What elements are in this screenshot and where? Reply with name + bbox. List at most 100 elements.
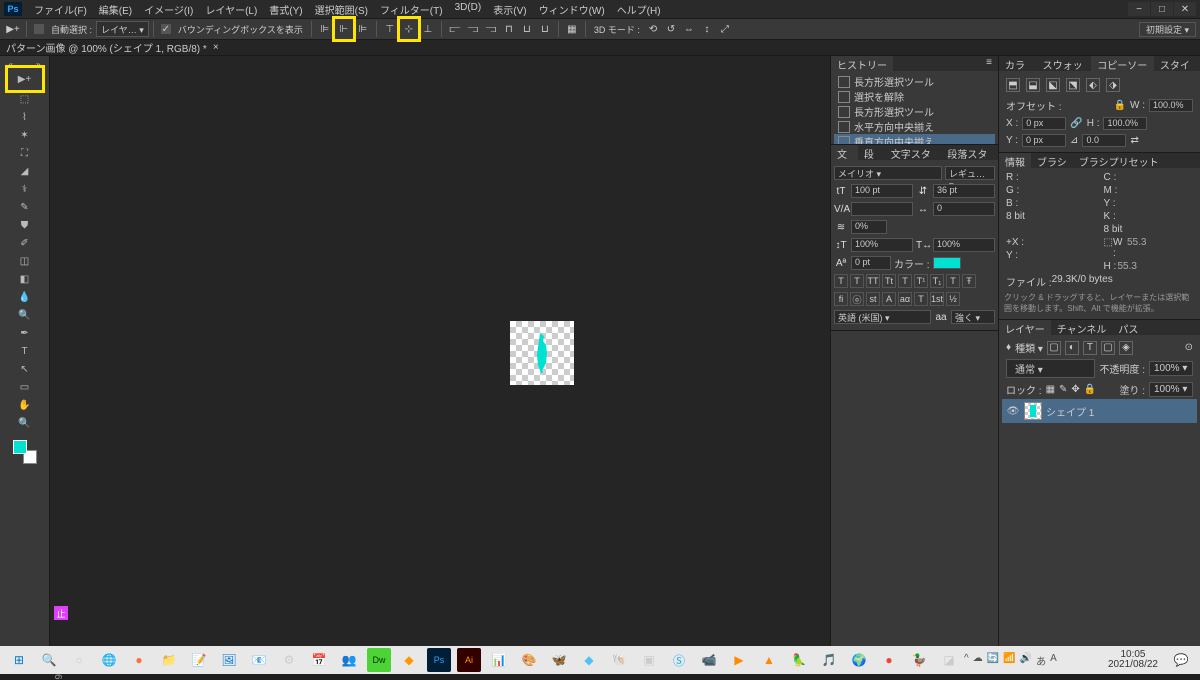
clone-w-input[interactable]: 100.0%	[1149, 99, 1193, 112]
character-tab[interactable]: 文字	[831, 145, 858, 160]
notepad-icon[interactable]: 📝	[187, 648, 211, 672]
tray-ime-icon[interactable]: あ	[1036, 653, 1046, 668]
maximize-button[interactable]: □	[1151, 2, 1173, 16]
menu-type[interactable]: 書式(Y)	[263, 0, 308, 19]
clone-src-5-icon[interactable]: ⬖	[1086, 78, 1100, 92]
3d-zoom-icon[interactable]: ⤢	[717, 21, 733, 37]
history-item[interactable]: 水平方向中央揃え	[834, 119, 995, 134]
filter-shape-icon[interactable]: ▢	[1101, 341, 1115, 355]
explorer-icon[interactable]: 📁	[157, 648, 181, 672]
record-icon[interactable]: ●	[877, 648, 901, 672]
menu-3d[interactable]: 3D(D)	[449, 0, 488, 19]
layer-kind-select[interactable]: 種類 ▾	[1015, 340, 1043, 355]
swatches-tab[interactable]: スウォッチ	[1037, 56, 1092, 71]
lock-all-icon[interactable]: 🔒	[1084, 384, 1096, 395]
menu-help[interactable]: ヘルプ(H)	[611, 0, 667, 19]
ot5-button[interactable]: aα	[898, 292, 912, 306]
app-icon[interactable]: ◆	[577, 648, 601, 672]
hand-tool[interactable]: ✋	[14, 396, 36, 414]
brush-presets-tab[interactable]: ブラシプリセット	[1073, 153, 1165, 168]
menu-file[interactable]: ファイル(F)	[28, 0, 93, 19]
layer-thumbnail[interactable]	[1024, 402, 1042, 420]
text-color-swatch[interactable]	[933, 257, 961, 269]
menu-image[interactable]: イメージ(I)	[138, 0, 199, 19]
tray-sync-icon[interactable]: 🔄	[987, 653, 999, 668]
shape-layer-content[interactable]	[532, 333, 552, 373]
eraser-tool[interactable]: ◫	[14, 252, 36, 270]
opacity-input[interactable]: 100% ▾	[1149, 361, 1193, 376]
illustrator-icon[interactable]: Ai	[457, 648, 481, 672]
lock-pixels-icon[interactable]: ✎	[1059, 384, 1067, 395]
blend-mode-select[interactable]: 通常 ▾	[1006, 359, 1095, 378]
paths-tab[interactable]: パス	[1112, 320, 1144, 335]
dist-vcenter-icon[interactable]: ⊔	[519, 21, 535, 37]
outlook-icon[interactable]: 📧	[247, 648, 271, 672]
dist-right-icon[interactable]: ⫎	[483, 21, 499, 37]
align-hcenter-button[interactable]: ⊩	[334, 18, 354, 40]
photoshop-icon[interactable]: Ps	[427, 648, 451, 672]
outline-button[interactable]: Ŧ	[962, 274, 976, 288]
align-bottom-icon[interactable]: ⊥	[420, 21, 436, 37]
zoom-tool[interactable]: 🔍	[14, 414, 36, 432]
history-item[interactable]: 長方形選択ツール	[834, 74, 995, 89]
filter-type-icon[interactable]: T	[1083, 341, 1097, 355]
clone-src-3-icon[interactable]: ⬕	[1046, 78, 1060, 92]
lock-transparency-icon[interactable]: ▦	[1046, 384, 1055, 395]
document-tab-title[interactable]: パターン画像 @ 100% (シェイプ 1, RGB/8) *	[6, 40, 207, 55]
menu-select[interactable]: 選択範囲(S)	[309, 0, 374, 19]
dist-left-icon[interactable]: ⫍	[447, 21, 463, 37]
dist-bottom-icon[interactable]: ⊔	[537, 21, 553, 37]
flip-icon[interactable]: ⇄	[1130, 135, 1138, 146]
globe-icon[interactable]: 🌍	[847, 648, 871, 672]
3d-pan-icon[interactable]: ⇔	[681, 21, 697, 37]
font-family-select[interactable]: メイリオ ▾	[834, 166, 942, 180]
firefox-icon[interactable]: ●	[127, 648, 151, 672]
para-style-tab[interactable]: 段落スタイル	[941, 145, 998, 160]
menu-edit[interactable]: 編集(E)	[93, 0, 138, 19]
darkapp-icon[interactable]: ◪	[937, 648, 961, 672]
layer-name-label[interactable]: シェイプ 1	[1046, 404, 1094, 419]
taskbar-clock[interactable]: 10:05 2021/08/22	[1100, 650, 1166, 670]
pen-tool[interactable]: ✒	[14, 324, 36, 342]
canvas[interactable]	[510, 321, 574, 385]
auto-select-checkbox[interactable]	[34, 24, 44, 34]
align-right-icon[interactable]: ⊫	[355, 21, 371, 37]
eyedropper-tool[interactable]: ◢	[14, 162, 36, 180]
crop-tool[interactable]: ⛶	[14, 144, 36, 162]
ot8-button[interactable]: ½	[946, 292, 960, 306]
tray-network-icon[interactable]: 📶	[1003, 653, 1015, 668]
start-button[interactable]: ⊞	[7, 648, 31, 672]
hscale-input[interactable]: 100%	[933, 238, 995, 252]
healing-tool[interactable]: ⚕	[14, 180, 36, 198]
link-icon[interactable]: 🔗	[1070, 118, 1082, 129]
menu-window[interactable]: ウィンドウ(W)	[533, 0, 611, 19]
lock-position-icon[interactable]: ✥	[1071, 384, 1079, 395]
history-item[interactable]: 選択を解除	[834, 89, 995, 104]
lock-icon[interactable]: 🔒	[1114, 100, 1126, 111]
brush-tab[interactable]: ブラシ	[1031, 153, 1073, 168]
zoom-icon[interactable]: 📹	[697, 648, 721, 672]
color-tab[interactable]: カラー	[999, 56, 1037, 71]
ot7-button[interactable]: 1st	[930, 292, 944, 306]
bold-button[interactable]: T	[834, 274, 848, 288]
auto-select-target-select[interactable]: レイヤ… ▾	[96, 21, 149, 37]
info-tab[interactable]: 情報	[999, 153, 1031, 168]
vlc-icon[interactable]: ▲	[757, 648, 781, 672]
type-tool[interactable]: T	[14, 342, 36, 360]
search-icon[interactable]: 🔍	[37, 648, 61, 672]
excel-icon[interactable]: 📊	[487, 648, 511, 672]
music-icon[interactable]: 🎵	[817, 648, 841, 672]
dist-hcenter-icon[interactable]: ⫎	[465, 21, 481, 37]
menu-layer[interactable]: レイヤー(L)	[199, 0, 263, 19]
filter-smart-icon[interactable]: ◈	[1119, 341, 1133, 355]
gradient-tool[interactable]: ◧	[14, 270, 36, 288]
system-tray[interactable]: ^ ☁ 🔄 📶 🔊 あ A	[964, 653, 1057, 668]
font-style-select[interactable]: レギュ… ▾	[945, 166, 995, 180]
skype-icon[interactable]: Ⓢ	[667, 648, 691, 672]
tray-cloud-icon[interactable]: ☁	[973, 653, 983, 668]
photos-icon[interactable]: 🖼	[217, 648, 241, 672]
clone-src-1-icon[interactable]: ⬒	[1006, 78, 1020, 92]
dreamweaver-icon[interactable]: Dw	[367, 648, 391, 672]
fill-input[interactable]: 100% ▾	[1149, 382, 1193, 397]
show-bbox-checkbox[interactable]: ✓	[161, 24, 171, 34]
